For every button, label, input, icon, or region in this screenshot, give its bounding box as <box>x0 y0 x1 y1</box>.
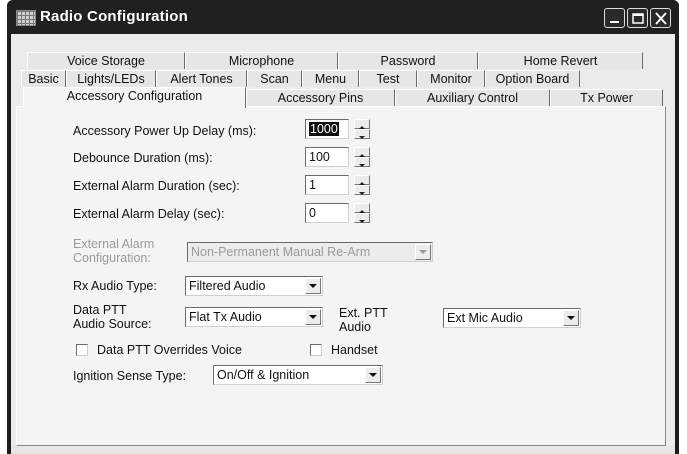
tab-test[interactable]: Test <box>359 70 417 87</box>
debounce-label: Debounce Duration (ms): <box>73 151 213 165</box>
tab-home-revert[interactable]: Home Revert <box>478 52 643 69</box>
rx-audio-value: Filtered Audio <box>189 279 266 293</box>
spin-up-button[interactable] <box>354 203 370 213</box>
alarm-duration-spinner[interactable] <box>354 175 370 195</box>
spin-down-button[interactable] <box>354 185 370 195</box>
tab-basic[interactable]: Basic <box>21 70 66 87</box>
spin-down-button[interactable] <box>354 213 370 223</box>
ext-ptt-audio-select[interactable]: Ext Mic Audio <box>443 308 581 328</box>
handset-checkbox[interactable] <box>310 344 322 356</box>
debounce-input[interactable]: 100 <box>305 147 349 167</box>
ext-ptt-audio-label-line2: Audio <box>339 320 371 334</box>
ignition-sense-label: Ignition Sense Type: <box>73 369 187 383</box>
arrow-down-icon <box>359 192 365 195</box>
chevron-down-icon <box>309 284 317 288</box>
ext-ptt-audio-value: Ext Mic Audio <box>447 311 523 325</box>
close-button[interactable] <box>650 8 671 28</box>
tab-lights-leds[interactable]: Lights/LEDs <box>66 70 156 87</box>
handset-label: Handset <box>331 343 378 357</box>
alarm-delay-label: External Alarm Delay (sec): <box>73 207 225 221</box>
debounce-spinner[interactable] <box>354 147 370 167</box>
alarm-config-value: Non-Permanent Manual Re-Arm <box>191 245 371 259</box>
arrow-down-icon <box>359 136 365 139</box>
tab-accessory-configuration[interactable]: Accessory Configuration <box>23 87 246 108</box>
tab-row-2: Basic Lights/LEDs Alert Tones Scan Menu … <box>21 70 580 87</box>
tab-accessory-pins[interactable]: Accessory Pins <box>246 89 395 106</box>
alarm-delay-input[interactable]: 0 <box>305 203 349 223</box>
tab-alert-tones[interactable]: Alert Tones <box>156 70 247 87</box>
alarm-config-label-line2: Configuration: <box>73 251 151 265</box>
minimize-button[interactable] <box>604 8 625 28</box>
data-ptt-source-label-line2: Audio Source: <box>73 317 152 331</box>
spin-up-button[interactable] <box>354 119 370 129</box>
radio-configuration-window: Radio Configuration Voice Storage Microp… <box>7 0 679 454</box>
dropdown-arrow-button[interactable] <box>305 309 321 325</box>
maximize-icon <box>632 13 644 24</box>
title-bar[interactable]: Radio Configuration <box>7 0 679 34</box>
ignition-sense-select[interactable]: On/Off & Ignition <box>213 365 383 385</box>
dropdown-arrow-button <box>415 244 431 260</box>
tab-row-1: Voice Storage Microphone Password Home R… <box>27 52 643 69</box>
data-ptt-source-value: Flat Tx Audio <box>189 310 262 324</box>
ext-ptt-audio-label-line1: Ext. PTT <box>339 306 388 320</box>
power-up-delay-label: Accessory Power Up Delay (ms): <box>73 124 257 138</box>
close-icon <box>655 12 667 25</box>
accessory-configuration-panel: Accessory Power Up Delay (ms): 1000 Debo… <box>16 106 666 446</box>
tab-menu[interactable]: Menu <box>302 70 359 87</box>
arrow-down-icon <box>359 220 365 223</box>
tab-option-board[interactable]: Option Board <box>485 70 580 87</box>
ignition-sense-value: On/Off & Ignition <box>217 368 310 382</box>
tab-row-3: Accessory Configuration Accessory Pins A… <box>23 87 663 108</box>
client-area: Voice Storage Microphone Password Home R… <box>11 34 675 454</box>
tab-password[interactable]: Password <box>338 52 478 69</box>
tab-voice-storage[interactable]: Voice Storage <box>27 52 185 69</box>
data-ptt-overrides-checkbox[interactable] <box>76 344 88 356</box>
rx-audio-select[interactable]: Filtered Audio <box>185 276 323 296</box>
chevron-down-icon <box>567 316 575 320</box>
data-ptt-overrides-label: Data PTT Overrides Voice <box>97 343 242 357</box>
power-up-delay-spinner[interactable] <box>354 119 370 139</box>
data-ptt-source-select[interactable]: Flat Tx Audio <box>185 307 323 327</box>
spin-up-button[interactable] <box>354 147 370 157</box>
dropdown-arrow-button[interactable] <box>365 367 381 383</box>
tab-tx-power[interactable]: Tx Power <box>550 89 663 106</box>
alarm-config-label-line1: External Alarm <box>73 237 155 251</box>
alarm-config-select: Non-Permanent Manual Re-Arm <box>187 242 433 262</box>
app-grid-icon <box>16 10 36 26</box>
maximize-button[interactable] <box>627 8 648 28</box>
window-title: Radio Configuration <box>40 8 188 25</box>
chevron-down-icon <box>309 315 317 319</box>
window-bottom-edge <box>11 446 675 454</box>
arrow-down-icon <box>359 164 365 167</box>
tab-microphone[interactable]: Microphone <box>185 52 338 69</box>
spin-down-button[interactable] <box>354 129 370 139</box>
spin-up-button[interactable] <box>354 175 370 185</box>
tab-monitor[interactable]: Monitor <box>417 70 485 87</box>
dropdown-arrow-button[interactable] <box>305 278 321 294</box>
data-ptt-source-label-line1: Data PTT <box>73 303 127 317</box>
power-up-delay-input[interactable]: 1000 <box>305 119 349 139</box>
power-up-delay-value: 1000 <box>309 122 339 136</box>
alarm-duration-input[interactable]: 1 <box>305 175 349 195</box>
minimize-icon <box>610 21 619 23</box>
alarm-delay-spinner[interactable] <box>354 203 370 223</box>
spin-down-button[interactable] <box>354 157 370 167</box>
alarm-duration-label: External Alarm Duration (sec): <box>73 179 240 193</box>
rx-audio-label: Rx Audio Type: <box>73 279 157 293</box>
dropdown-arrow-button[interactable] <box>563 310 579 326</box>
chevron-down-icon <box>369 373 377 377</box>
tab-auxiliary-control[interactable]: Auxiliary Control <box>395 89 550 106</box>
chevron-down-icon <box>419 250 427 254</box>
tab-scan[interactable]: Scan <box>247 70 302 87</box>
